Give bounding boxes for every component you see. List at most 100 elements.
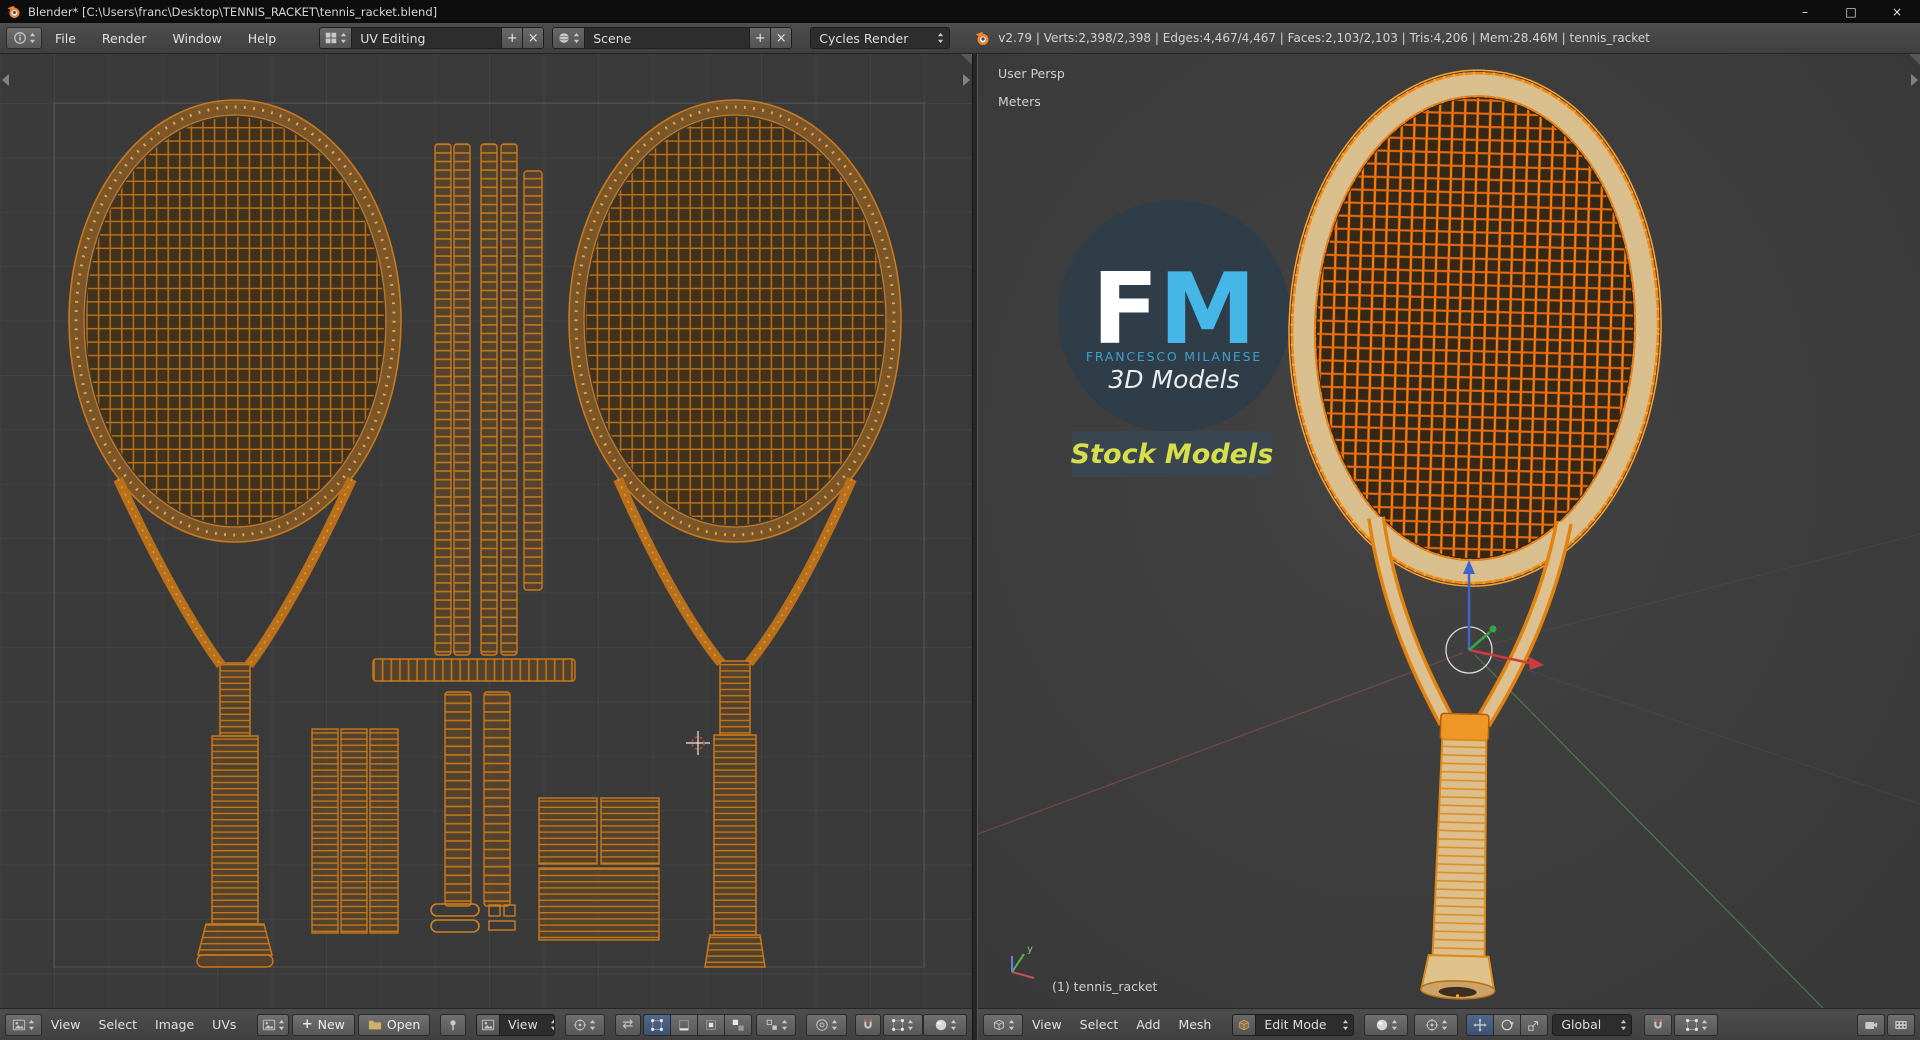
menu-help[interactable]: Help	[235, 31, 290, 46]
manipulator-scale-button[interactable]	[1520, 1013, 1549, 1036]
channels-sphere-icon	[934, 1018, 948, 1032]
uv-select-island-button[interactable]	[723, 1013, 752, 1036]
uv-snap-target-dropdown[interactable]	[882, 1013, 923, 1036]
image-editor-mode-dropdown[interactable]: View	[476, 1013, 555, 1036]
face-select-icon	[704, 1018, 718, 1032]
uv-canvas[interactable]	[0, 54, 972, 1008]
island-select-icon	[731, 1018, 745, 1032]
opengl-render-button[interactable]	[1857, 1013, 1885, 1036]
render-engine-selector[interactable]: Cycles Render	[810, 27, 951, 49]
proportional-edit-dropdown[interactable]	[806, 1013, 847, 1036]
snap-target-icon	[891, 1018, 905, 1032]
screen-layout-delete-button[interactable]: ×	[522, 28, 544, 48]
display-channels-dropdown[interactable]	[923, 1013, 967, 1036]
v3d-menu-view[interactable]: View	[1023, 1017, 1071, 1032]
uv-select-edge-button[interactable]	[669, 1013, 698, 1036]
uv-snap-toggle[interactable]	[854, 1013, 881, 1036]
chevron-updown-icon	[340, 32, 347, 44]
viewport-editor-icon	[992, 1018, 1006, 1032]
snap-element-dropdown[interactable]	[1674, 1013, 1719, 1036]
uv-sync-selection-toggle[interactable]: ⇄	[615, 1013, 641, 1036]
menu-render[interactable]: Render	[89, 31, 160, 46]
uv-menu-view[interactable]: View	[42, 1017, 90, 1032]
image-new-button[interactable]: + New	[291, 1013, 355, 1036]
viewport-shading-dropdown[interactable]	[1364, 1013, 1409, 1036]
viewport-canvas[interactable]: FM FRANCESCO MILANESE 3D Models Stock Mo…	[978, 54, 1920, 1008]
camera-icon	[1864, 1018, 1878, 1032]
screen-layout-value[interactable]: UV Editing	[352, 31, 501, 46]
browse-image-dropdown[interactable]	[257, 1013, 289, 1036]
uv-image-editor[interactable]	[0, 54, 972, 1008]
region-toggle-arrow[interactable]	[1911, 74, 1918, 86]
image-open-button[interactable]: Open	[357, 1013, 431, 1036]
titlebar: Blender* [C:\Users\franc\Desktop\TENNIS_…	[0, 0, 1920, 23]
chevron-updown-icon	[1008, 1019, 1015, 1031]
open-button-label: Open	[386, 1017, 421, 1032]
viewport-3d-header: View Select Add Mesh Edit Mode Global	[978, 1008, 1920, 1040]
screen-layout-selector[interactable]: UV Editing + ×	[319, 27, 545, 49]
magnet-icon	[1651, 1018, 1665, 1032]
sticky-selection-dropdown[interactable]	[755, 1013, 797, 1036]
uv-select-mode-buttons	[642, 1013, 752, 1036]
snap-toggle[interactable]	[1644, 1013, 1673, 1036]
manipulator-translate-button[interactable]	[1466, 1013, 1495, 1036]
scene-stats: v2.79 | Verts:2,398/2,398 | Edges:4,467/…	[998, 31, 1650, 45]
pivot-icon	[1425, 1018, 1439, 1032]
maximize-button[interactable]: □	[1828, 0, 1874, 23]
film-icon	[1894, 1018, 1908, 1032]
viewport-3d[interactable]: FM FRANCESCO MILANESE 3D Models Stock Mo…	[978, 54, 1920, 1008]
minimize-button[interactable]: –	[1782, 0, 1828, 23]
chevron-updown-icon	[28, 1019, 35, 1031]
uv-menu-uvs[interactable]: UVs	[203, 1017, 245, 1032]
screen-layout-browse[interactable]	[320, 28, 353, 48]
chevron-updown-icon	[907, 1019, 914, 1031]
image-editor-mode-value: View	[508, 1017, 538, 1032]
area-corner-widget[interactable]	[961, 54, 972, 65]
image-editor-icon	[12, 1018, 26, 1032]
info-editor-icon	[13, 31, 27, 45]
image-pin-toggle[interactable]	[440, 1013, 467, 1036]
uv-island-butt-cap[interactable]	[430, 903, 516, 933]
uv-2d-cursor[interactable]	[686, 731, 710, 755]
snap-element-icon	[1685, 1018, 1699, 1032]
uv-select-face-button[interactable]	[696, 1013, 725, 1036]
region-toggle-arrow[interactable]	[2, 74, 9, 86]
viewport-object-info: (1) tennis_racket	[1052, 979, 1158, 994]
pivot-point-dropdown[interactable]	[1414, 1013, 1459, 1036]
chevron-updown-icon	[550, 1019, 555, 1031]
editor-type-button-uv[interactable]	[5, 1013, 42, 1036]
uv-menu-select[interactable]: Select	[89, 1017, 146, 1032]
menu-window[interactable]: Window	[159, 31, 234, 46]
scene-value[interactable]: Scene	[585, 31, 749, 46]
opengl-render-animation-button[interactable]	[1887, 1013, 1915, 1036]
uv-select-vertex-button[interactable]	[642, 1013, 671, 1036]
editor-type-button-info[interactable]	[6, 27, 42, 49]
menu-file[interactable]: File	[42, 31, 89, 46]
scene-browse[interactable]	[553, 28, 586, 48]
shading-sphere-icon	[1375, 1018, 1389, 1032]
logo-badge: Stock Models	[1071, 439, 1274, 470]
uv-pivot-dropdown[interactable]	[564, 1013, 606, 1036]
uv-island-frame-strips[interactable]	[372, 143, 576, 907]
info-header: File Render Window Help UV Editing + × S…	[0, 23, 1920, 54]
v3d-menu-add[interactable]: Add	[1127, 1017, 1169, 1032]
region-toggle-arrow[interactable]	[963, 74, 970, 86]
tennis-racket-mesh[interactable]	[1272, 65, 1668, 1003]
transform-orientation-dropdown[interactable]: Global	[1552, 1013, 1633, 1036]
scene-selector[interactable]: Scene + ×	[552, 27, 793, 49]
sync-icon: ⇄	[622, 1017, 634, 1032]
chevron-updown-icon	[1441, 1019, 1448, 1031]
editor-type-button-3d[interactable]	[983, 1013, 1023, 1036]
scene-delete-button[interactable]: ×	[770, 28, 792, 48]
vertex-select-icon	[650, 1018, 664, 1032]
manipulator-rotate-button[interactable]	[1493, 1013, 1522, 1036]
close-button[interactable]: ×	[1874, 0, 1920, 23]
scene-add-button[interactable]: +	[749, 28, 771, 48]
area-corner-widget[interactable]	[1909, 54, 1920, 65]
v3d-menu-select[interactable]: Select	[1071, 1017, 1128, 1032]
mode-dropdown[interactable]: Edit Mode	[1232, 1013, 1355, 1036]
scale-icon	[1527, 1018, 1541, 1032]
v3d-menu-mesh[interactable]: Mesh	[1169, 1017, 1220, 1032]
screen-layout-add-button[interactable]: +	[501, 28, 523, 48]
uv-menu-image[interactable]: Image	[146, 1017, 203, 1032]
